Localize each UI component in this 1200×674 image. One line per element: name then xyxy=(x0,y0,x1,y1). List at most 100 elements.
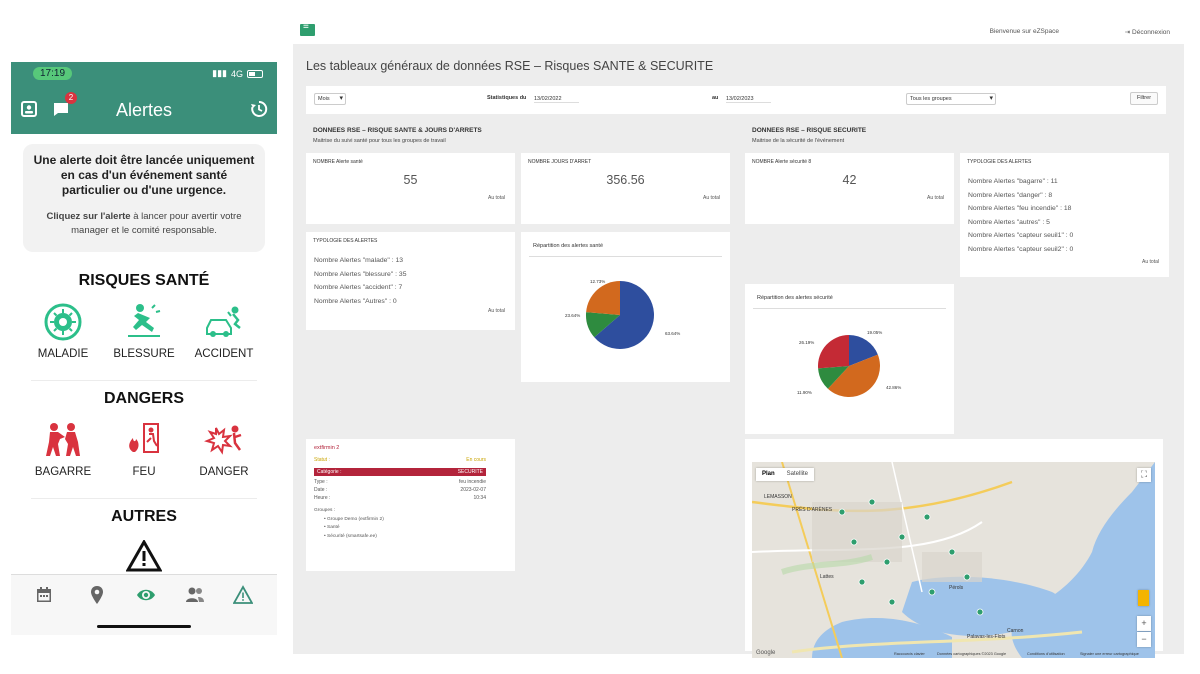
types-footer: Au total xyxy=(488,308,505,314)
alert-danger-button[interactable]: DANGER xyxy=(184,420,264,478)
health-days-kpi-card: NOMBRE JOURS D'ARRET 356.56 Au total xyxy=(521,153,730,224)
home-indicator xyxy=(97,625,191,628)
alert-maladie-button[interactable]: MALADIE xyxy=(23,302,103,360)
calendar-icon[interactable] xyxy=(34,585,54,605)
types-line: Nombre Alertes "capteur seuil2" : 0 xyxy=(968,245,1074,253)
map-marker[interactable] xyxy=(850,538,858,546)
map-tab-plan[interactable]: Plan xyxy=(756,468,781,481)
map-marker[interactable] xyxy=(963,573,971,581)
map-marker[interactable] xyxy=(898,533,906,541)
security-types-card: TYPOLOGIE DES ALERTES Nombre Alertes "ba… xyxy=(960,153,1169,277)
stats-from-label: Statistiques du xyxy=(487,95,527,101)
pie-label: 12.73% xyxy=(590,279,606,284)
alert-maladie-label: MALADIE xyxy=(37,348,89,360)
groups-label: Groupes : xyxy=(314,508,336,513)
pie-label: 63.64% xyxy=(665,331,681,336)
types-line: Nombre Alertes "malade" : 13 xyxy=(314,257,404,264)
map-marker[interactable] xyxy=(838,508,846,516)
injury-fall-icon xyxy=(128,304,161,337)
explosion-icon xyxy=(204,425,242,455)
alert-feu-button[interactable]: FEU xyxy=(104,420,184,478)
zoom-in-button[interactable]: + xyxy=(1137,616,1151,631)
map-marker[interactable] xyxy=(928,588,936,596)
map-footer-link[interactable]: Signaler une erreur cartographique xyxy=(1080,652,1139,656)
security-pie-chart xyxy=(818,335,880,397)
category-value: SECURITE xyxy=(457,469,483,475)
zoom-out-button[interactable]: − xyxy=(1137,632,1151,647)
security-section-subheading: Maitrise de la sécurité de l'événement xyxy=(752,138,845,144)
warning-icon[interactable] xyxy=(233,585,253,605)
map-marker[interactable] xyxy=(868,498,876,506)
chart-divider xyxy=(529,256,722,257)
kpi-value: 42 xyxy=(842,173,857,187)
instructions-main: Une alerte doit être lancée uniquement e… xyxy=(33,153,255,197)
fight-icon xyxy=(46,423,80,456)
alert-blessure-label: BLESSURE xyxy=(113,348,175,360)
map-marker[interactable] xyxy=(888,598,896,606)
group-item: • Santé xyxy=(324,525,340,530)
alert-bagarre-button[interactable]: BAGARRE xyxy=(23,420,103,478)
health-section-subheading: Maitrise du suivi santé pour tous les gr… xyxy=(313,138,446,144)
kpi-label: NOMBRE JOURS D'ARRET xyxy=(528,159,592,165)
map-marker[interactable] xyxy=(923,513,931,521)
pie-slice-bagarre xyxy=(818,335,849,369)
alert-danger-label: DANGER xyxy=(199,466,249,478)
history-icon[interactable] xyxy=(250,100,268,118)
detail-value: 2023-02-07 xyxy=(460,487,486,493)
types-footer: Au total xyxy=(1142,259,1159,265)
map-markers xyxy=(838,498,984,616)
app-header: 2 Alertes xyxy=(11,86,277,134)
location-pin-icon[interactable] xyxy=(87,585,107,605)
alert-autres-warning-icon[interactable] xyxy=(126,540,162,572)
period-select[interactable]: Mois xyxy=(314,93,346,105)
map-marker[interactable] xyxy=(948,548,956,556)
kpi-footer: Au total xyxy=(927,195,944,201)
dashboard-body: Les tableaux généraux de données RSE – R… xyxy=(293,44,1184,658)
alert-instructions: Une alerte doit être lancée uniquement e… xyxy=(23,144,265,252)
map-footer-link[interactable]: Raccourcis clavier xyxy=(894,652,925,656)
types-line: Nombre Alertes "autres" : 5 xyxy=(968,218,1050,226)
network-label: 4G xyxy=(230,68,243,79)
task-detail-row: Date : 2023-02-07 xyxy=(314,487,486,494)
pie-label: 42.86% xyxy=(886,385,902,390)
logout-link[interactable]: ⇥ Déconnexion xyxy=(1125,28,1170,36)
status-time: 17:19 xyxy=(33,67,73,80)
instructions-sub: Cliquez sur l'alerte à lancer pour avert… xyxy=(33,210,255,238)
alert-blessure-button[interactable]: BLESSURE xyxy=(104,302,184,360)
chart-title: Répartition des alertes santé xyxy=(533,243,604,249)
kpi-footer: Au total xyxy=(703,195,720,201)
alert-feu-label: FEU xyxy=(132,466,156,478)
menu-toggle-icon[interactable] xyxy=(300,21,315,36)
detail-key: Heure : xyxy=(314,495,331,501)
types-line: Nombre Alertes "blessure" : 35 xyxy=(314,270,407,278)
group-item: • Sécurité (smartsafe.ee) xyxy=(324,533,377,539)
map-marker[interactable] xyxy=(883,558,891,566)
google-logo: Google xyxy=(756,650,776,656)
battery-icon xyxy=(247,69,263,78)
types-line: Nombre Alertes "Autres" : 0 xyxy=(314,297,397,305)
page-title: Les tableaux généraux de données RSE – R… xyxy=(306,59,714,73)
page-title: Alertes xyxy=(115,100,173,120)
date-to-input[interactable]: 13/02/2023 xyxy=(726,96,771,103)
date-from-input[interactable]: 13/02/2022 xyxy=(534,96,579,103)
filter-button[interactable]: Filtrer xyxy=(1130,92,1158,105)
map-tab-satellite[interactable]: Satellite xyxy=(781,468,814,481)
group-item-label: Sécurité (smartsafe.ee) xyxy=(327,533,377,539)
map-marker[interactable] xyxy=(858,578,866,586)
types-list: Nombre Alertes "bagarre" : 11 Nombre Ale… xyxy=(968,175,1073,256)
fullscreen-icon[interactable]: ⛶ xyxy=(1137,468,1151,482)
map-marker[interactable] xyxy=(976,608,984,616)
street-view-icon[interactable] xyxy=(1138,590,1149,606)
group-icon[interactable] xyxy=(185,585,205,605)
types-list: Nombre Alertes "malade" : 13 Nombre Aler… xyxy=(314,254,406,308)
group-select[interactable]: Tous les groupes xyxy=(906,93,996,105)
alerts-map[interactable]: LEMASSON PRÉS D'ARÈNES Lattes Pérols Pal… xyxy=(752,462,1155,658)
map-footer-link[interactable]: Conditions d'utilisation xyxy=(1027,652,1065,656)
welcome-text: Bienvenue sur eZSpace xyxy=(989,28,1059,35)
task-detail-row: Type : feu incendie xyxy=(314,479,486,486)
map-place-label: LEMASSON xyxy=(764,494,792,500)
health-alerts-row: MALADIE BLESSURE ACCIDENT xyxy=(11,302,277,372)
alert-detail-card[interactable]: extfirmin 2 Statut : En cours Catégorie … xyxy=(306,439,515,571)
alert-accident-button[interactable]: ACCIDENT xyxy=(184,302,264,360)
eye-icon[interactable] xyxy=(136,585,156,605)
